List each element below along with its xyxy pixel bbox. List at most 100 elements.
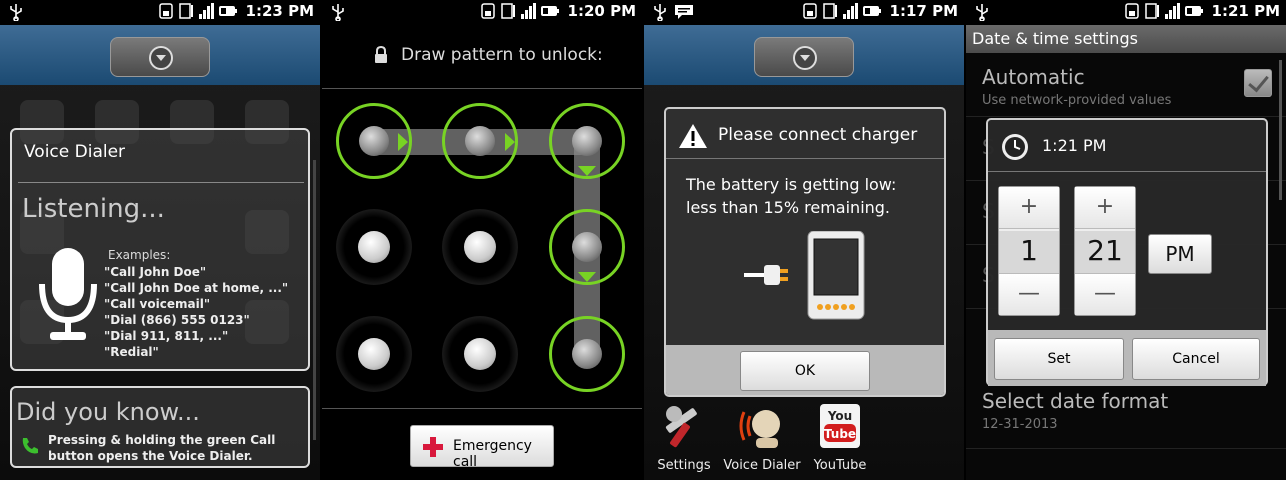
wifi-icon xyxy=(802,3,817,19)
lock-title: Draw pattern to unlock: xyxy=(401,45,603,65)
voice-dialer-dialog: Voice Dialer Listening... Examples: "Cal… xyxy=(10,128,310,371)
hour-spinner[interactable]: + 1 — xyxy=(998,186,1060,316)
signal-icon xyxy=(842,3,858,19)
setting-automatic[interactable]: Automatic Use network-provided values xyxy=(966,53,1286,117)
setting-summary: Use network-provided values xyxy=(982,93,1172,108)
microphone-icon xyxy=(39,248,97,340)
time-picker-dialog: 1:21 PM + 1 — + 21 — PM Set Cancel xyxy=(986,118,1268,386)
minute-decrement-button[interactable]: — xyxy=(1075,273,1135,315)
status-bar: 1:21 PM xyxy=(966,0,1286,25)
chevron-down-icon xyxy=(149,46,173,70)
battery-low-dialog: Please connect charger The battery is ge… xyxy=(664,107,946,397)
battery-warning-screen: 1:17 PM Please connect charger The batte… xyxy=(644,0,964,480)
clock-icon xyxy=(1002,134,1028,160)
app-drawer-handle[interactable] xyxy=(754,37,854,77)
svg-text:Tube: Tube xyxy=(824,427,856,441)
pattern-dot[interactable] xyxy=(549,316,625,392)
dock-label: Settings xyxy=(657,458,711,473)
example-item: "Call John Doe at home, ..." xyxy=(104,281,289,295)
setting-date-format[interactable]: Select date format 12-31-2013 xyxy=(966,385,1286,449)
minute-spinner[interactable]: + 21 — xyxy=(1074,186,1136,316)
minute-value[interactable]: 21 xyxy=(1075,231,1135,273)
emergency-call-button[interactable]: Emergency call xyxy=(410,425,554,470)
lock-icon xyxy=(375,46,387,63)
signal-icon xyxy=(520,3,536,19)
status-bar: 1:17 PM xyxy=(644,0,964,25)
dialog-title: 1:21 PM xyxy=(1042,136,1107,155)
pattern-dot-center xyxy=(464,231,496,263)
pattern-dot[interactable] xyxy=(336,209,412,285)
pattern-dot-center xyxy=(572,126,602,156)
ok-button[interactable]: OK xyxy=(740,351,870,391)
dock-label: Voice Dialer xyxy=(723,458,801,473)
setting-summary: 12-31-2013 xyxy=(982,417,1058,432)
status-time: 1:17 PM xyxy=(889,2,958,20)
app-drawer-handle[interactable] xyxy=(110,37,210,77)
pattern-dot-center xyxy=(358,231,390,263)
minute-increment-button[interactable]: + xyxy=(1075,187,1135,229)
charger-phone-icon xyxy=(744,231,865,320)
usb-icon xyxy=(976,4,988,21)
examples-label: Examples: xyxy=(108,248,171,262)
lock-header: Draw pattern to unlock: xyxy=(322,25,642,89)
hour-value[interactable]: 1 xyxy=(999,231,1059,273)
status-bar: 1:23 PM xyxy=(0,0,320,25)
usb-icon xyxy=(654,4,666,21)
pattern-dot[interactable] xyxy=(442,103,518,179)
setting-title: Automatic xyxy=(982,65,1085,89)
pattern-dot-center xyxy=(359,126,389,156)
voice-dialer-screen: 1:23 PM Voice Dialer Listening... Exampl… xyxy=(0,0,320,480)
set-button[interactable]: Set xyxy=(994,338,1124,380)
pattern-dot[interactable] xyxy=(549,209,625,285)
message-line: less than 15% remaining. xyxy=(686,198,891,217)
signal-icon xyxy=(198,3,214,19)
scrollbar[interactable] xyxy=(1279,60,1282,200)
status-time: 1:20 PM xyxy=(567,2,636,20)
pattern-dot[interactable] xyxy=(549,103,625,179)
dock-item-voice-dialer[interactable]: Voice Dialer xyxy=(722,402,802,473)
warning-icon xyxy=(679,124,707,148)
pattern-grid[interactable] xyxy=(322,89,642,409)
example-item: "Dial (866) 555 0123" xyxy=(104,313,250,327)
dialog-header: Please connect charger xyxy=(666,109,944,159)
emergency-call-label: Emergency call xyxy=(453,438,532,470)
youtube-icon: You Tube xyxy=(820,404,860,448)
pattern-dot[interactable] xyxy=(442,209,518,285)
dock-label: YouTube xyxy=(813,458,867,473)
dock-item-youtube[interactable]: You Tube YouTube xyxy=(800,402,880,473)
example-item: "Call John Doe" xyxy=(104,265,207,279)
scrollbar[interactable] xyxy=(313,160,316,440)
pattern-lock-screen: 1:20 PM Draw pattern to unlock: Emergenc… xyxy=(322,0,642,480)
message-line: The battery is getting low: xyxy=(686,175,897,194)
settings-icon xyxy=(665,406,697,448)
dock-item-settings[interactable]: Settings xyxy=(644,402,724,473)
chevron-down-icon xyxy=(793,46,817,70)
dialog-title: Please connect charger xyxy=(718,125,918,145)
hour-decrement-button[interactable]: — xyxy=(999,273,1059,315)
battery-icon xyxy=(540,6,559,16)
example-item: "Call voicemail" xyxy=(104,297,211,311)
dialog-footer: Set Cancel xyxy=(988,330,1266,386)
pattern-dot[interactable] xyxy=(336,103,412,179)
am-pm-toggle[interactable]: PM xyxy=(1148,234,1212,274)
listening-status: Listening... xyxy=(22,194,165,224)
dialog-footer: OK xyxy=(666,345,944,395)
example-item: "Dial 911, 811, ..." xyxy=(104,329,229,343)
pattern-dot[interactable] xyxy=(336,316,412,392)
dialog-title: Voice Dialer xyxy=(24,142,126,162)
status-time: 1:21 PM xyxy=(1211,2,1280,20)
did-you-know-panel: Did you know... Pressing & holding the g… xyxy=(10,386,310,468)
svg-text:You: You xyxy=(827,409,852,423)
cancel-button[interactable]: Cancel xyxy=(1132,338,1260,380)
pattern-dot-center xyxy=(572,339,602,369)
pattern-dot-center xyxy=(358,338,390,370)
status-time: 1:23 PM xyxy=(245,2,314,20)
did-you-know-text: Pressing & holding the green Call button… xyxy=(48,433,276,463)
examples-list: "Call John Doe" "Call John Doe at home, … xyxy=(104,264,288,360)
automatic-checkbox[interactable] xyxy=(1244,69,1272,97)
hour-increment-button[interactable]: + xyxy=(999,187,1059,229)
app-dock: Settings Voice Dialer You Tube YouTube xyxy=(644,400,964,480)
pattern-dot-center xyxy=(572,232,602,262)
pattern-dot[interactable] xyxy=(442,316,518,392)
setting-title: Select date format xyxy=(982,389,1169,413)
